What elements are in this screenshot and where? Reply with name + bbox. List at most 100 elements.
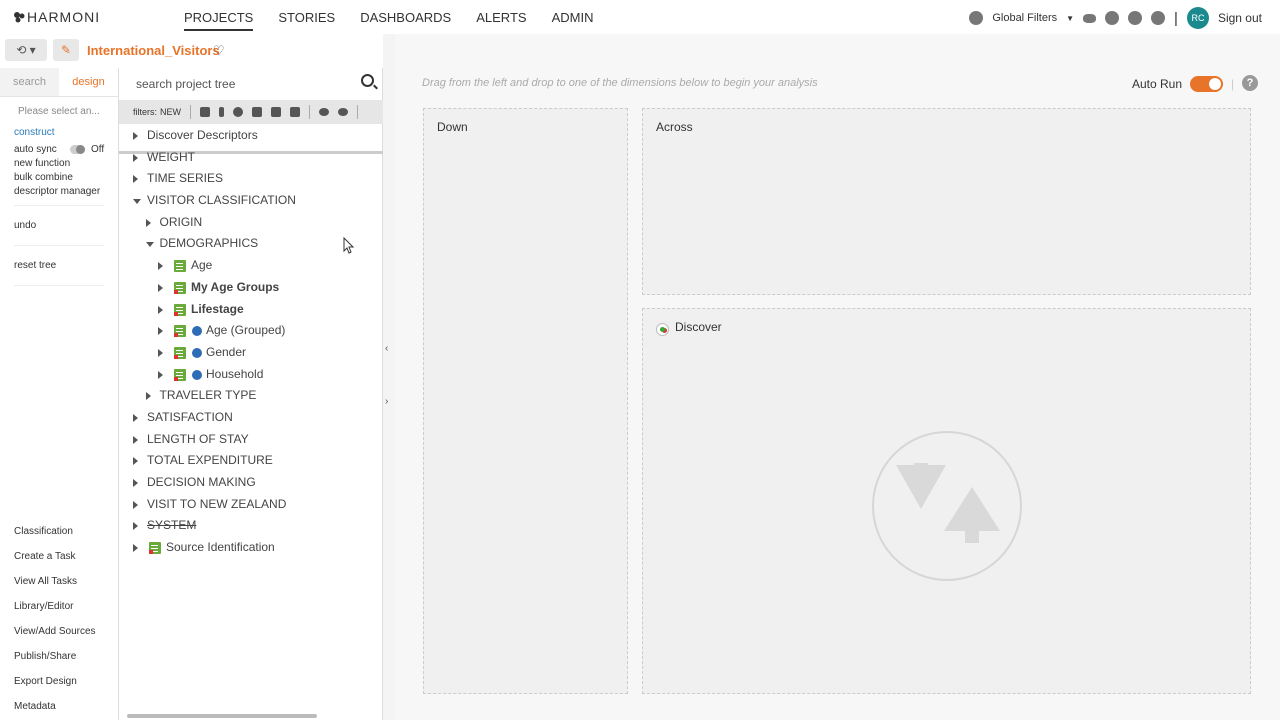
sign-out-link[interactable]: Sign out: [1218, 11, 1262, 25]
undo-button[interactable]: undo: [0, 206, 118, 245]
tree-node[interactable]: SATISFACTION: [119, 407, 383, 429]
view-all-tasks-link[interactable]: View All Tasks: [0, 572, 96, 597]
expand-right-icon[interactable]: ›: [385, 396, 388, 407]
location-filter-icon[interactable]: [233, 107, 244, 117]
brain-icon[interactable]: [1105, 11, 1120, 25]
global-filters-dropdown[interactable]: Global Filters: [992, 12, 1057, 24]
descriptor-manager-link[interactable]: descriptor manager: [0, 185, 118, 199]
tree-node[interactable]: Household: [119, 364, 383, 386]
divider: |: [1174, 9, 1178, 27]
tree-node[interactable]: TIME SERIES: [119, 168, 383, 190]
tree-node[interactable]: Source Identification: [119, 537, 383, 559]
panel-splitter[interactable]: ‹ ›: [383, 34, 395, 720]
expand-caret-right-icon[interactable]: [158, 305, 163, 314]
grid-filter-icon[interactable]: [200, 107, 211, 117]
tree-node-label: LENGTH OF STAY: [147, 431, 249, 446]
tree-search-input[interactable]: search project tree: [136, 77, 235, 91]
favorite-heart-icon[interactable]: ♡: [213, 43, 225, 59]
tree-node[interactable]: TOTAL EXPENDITURE: [119, 450, 383, 472]
tree-node[interactable]: Discover Descriptors: [119, 125, 383, 147]
expand-caret-right-icon[interactable]: [158, 370, 163, 379]
tab-design[interactable]: design: [59, 68, 118, 96]
tree-node[interactable]: TRAVELER TYPE: [119, 385, 383, 407]
info-icon[interactable]: [192, 326, 202, 337]
discover-dropzone[interactable]: Discover: [642, 308, 1251, 694]
filter-new[interactable]: NEW: [160, 107, 181, 117]
contrast-icon[interactable]: [1128, 11, 1143, 25]
history-button[interactable]: ⟲ ▾: [5, 39, 47, 61]
horizontal-scrollbar[interactable]: [127, 714, 317, 718]
expand-caret-right-icon[interactable]: [158, 327, 163, 336]
column-filter-icon[interactable]: [219, 107, 225, 117]
construct-link[interactable]: construct: [0, 124, 118, 143]
expand-caret-right-icon[interactable]: [158, 283, 163, 292]
export-design-link[interactable]: Export Design: [0, 672, 96, 697]
classification-link[interactable]: Classification: [0, 522, 96, 547]
tree-node[interactable]: LENGTH OF STAY: [119, 429, 383, 451]
project-title[interactable]: International_Visitors: [87, 43, 220, 58]
tree-node[interactable]: WEIGHT: [119, 147, 383, 169]
tree-node[interactable]: My Age Groups: [119, 277, 383, 299]
tag-filter-icon[interactable]: [290, 107, 301, 117]
across-dropzone[interactable]: Across: [642, 108, 1251, 295]
expand-caret-right-icon[interactable]: [145, 392, 151, 401]
new-function-link[interactable]: new function: [0, 157, 118, 171]
reset-tree-button[interactable]: reset tree: [0, 246, 118, 285]
nav-stories[interactable]: STORIES: [278, 10, 335, 31]
tree-node[interactable]: VISIT TO NEW ZEALAND: [119, 494, 383, 516]
metadata-link[interactable]: Metadata: [0, 697, 96, 722]
expand-caret-right-icon[interactable]: [133, 413, 138, 422]
down-dropzone[interactable]: Down: [423, 108, 628, 694]
avatar[interactable]: RC: [1186, 7, 1209, 29]
tree-node[interactable]: Lifestage: [119, 299, 383, 321]
search-icon[interactable]: [361, 74, 374, 87]
nav-dashboards[interactable]: DASHBOARDS: [360, 10, 451, 31]
expand-caret-right-icon[interactable]: [133, 132, 138, 140]
nav-projects[interactable]: PROJECTS: [184, 10, 254, 31]
publish-share-link[interactable]: Publish/Share: [0, 647, 96, 672]
library-editor-link[interactable]: Library/Editor: [0, 597, 96, 622]
eye-icon[interactable]: [1083, 13, 1097, 23]
expand-caret-right-icon[interactable]: [133, 435, 138, 444]
harmoni-logo[interactable]: HARMONI: [13, 9, 100, 25]
help-icon[interactable]: ?: [1242, 75, 1258, 91]
help-icon[interactable]: [1151, 11, 1166, 25]
expand-caret-right-icon[interactable]: [133, 522, 138, 531]
expand-caret-right-icon[interactable]: [133, 153, 138, 162]
nav-admin[interactable]: ADMIN: [552, 10, 594, 31]
auto-run-toggle[interactable]: [1190, 76, 1224, 92]
tree-node[interactable]: VISITOR CLASSIFICATION: [119, 190, 383, 212]
expand-caret-right-icon[interactable]: [133, 500, 138, 509]
expand-caret-right-icon[interactable]: [158, 262, 163, 271]
tree-node[interactable]: Age (Grouped): [119, 320, 383, 342]
expand-caret-down-icon[interactable]: [145, 242, 154, 248]
expand-caret-right-icon[interactable]: [133, 457, 138, 466]
tab-search[interactable]: search: [0, 68, 59, 96]
bulk-combine-link[interactable]: bulk combine: [0, 171, 118, 185]
info-icon[interactable]: [192, 347, 202, 358]
expand-caret-right-icon[interactable]: [145, 218, 151, 227]
auto-sync-toggle[interactable]: [70, 145, 85, 154]
show-icon[interactable]: [319, 108, 330, 116]
hide-icon[interactable]: [338, 108, 349, 116]
globe-icon: [969, 11, 984, 25]
folder-filter-icon[interactable]: [271, 107, 282, 117]
tree-node[interactable]: SYSTEM: [119, 515, 383, 537]
create-task-link[interactable]: Create a Task: [0, 547, 96, 572]
view-add-sources-link[interactable]: View/Add Sources: [0, 622, 96, 647]
expand-caret-right-icon[interactable]: [133, 479, 138, 487]
construct-select[interactable]: Please select an...: [0, 97, 118, 124]
info-icon[interactable]: [192, 369, 202, 380]
expand-caret-right-icon[interactable]: [133, 175, 138, 184]
tree-node[interactable]: DECISION MAKING: [119, 472, 383, 494]
tree-node[interactable]: Gender: [119, 342, 383, 364]
nav-alerts[interactable]: ALERTS: [476, 10, 526, 31]
edit-button[interactable]: ✎: [53, 39, 79, 61]
expand-caret-down-icon[interactable]: [133, 199, 141, 205]
collapse-left-icon[interactable]: ‹: [385, 343, 388, 354]
expand-caret-right-icon[interactable]: [158, 348, 163, 357]
tree-node[interactable]: Age: [119, 255, 383, 277]
tree-node[interactable]: ORIGIN: [119, 212, 383, 234]
expand-caret-right-icon[interactable]: [133, 544, 138, 553]
sort-filter-icon[interactable]: [252, 107, 263, 117]
